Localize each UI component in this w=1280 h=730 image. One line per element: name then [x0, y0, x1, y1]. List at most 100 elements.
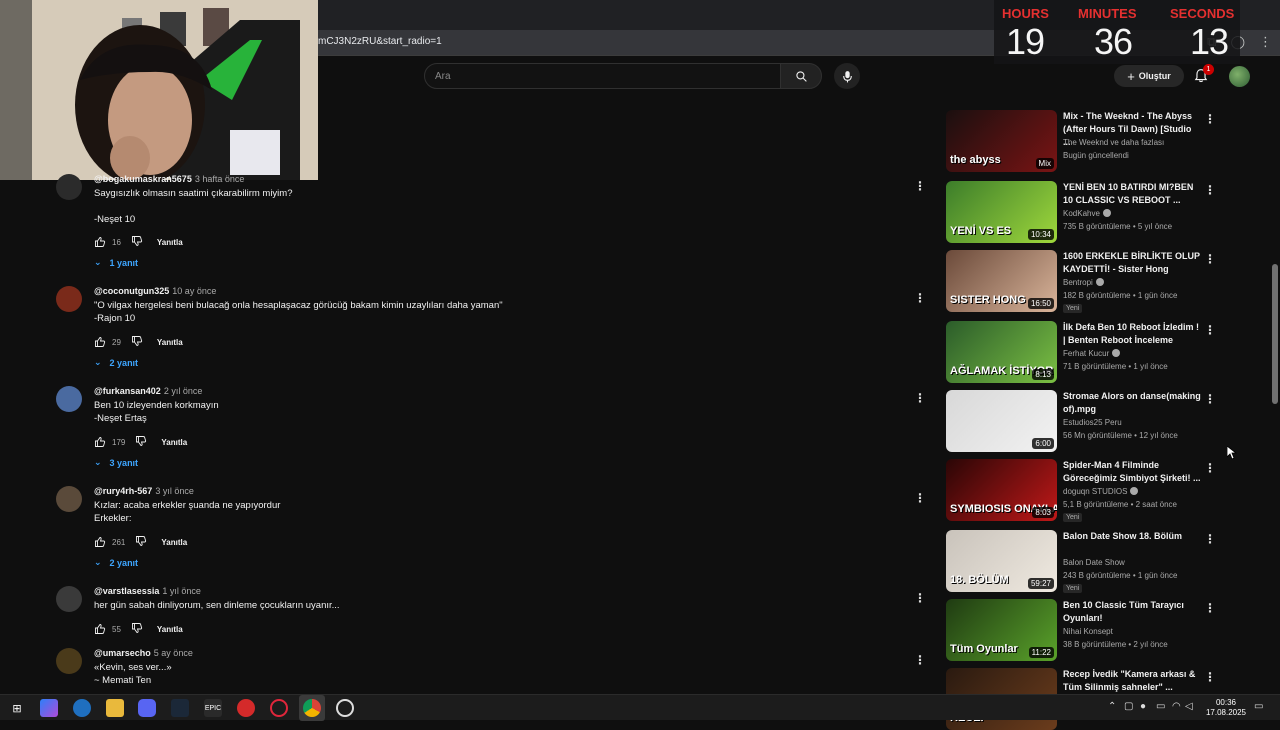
thumbs-down-icon — [131, 236, 143, 246]
like-button[interactable]: 179 — [94, 436, 125, 448]
tray-app-icon[interactable]: ▢ — [1124, 701, 1133, 712]
video-title[interactable]: Recep İvedik "Kamera arkası & Tüm Silinm… — [1063, 668, 1201, 694]
obs-icon[interactable] — [336, 699, 354, 717]
video-more-icon[interactable]: ⋮ — [1204, 670, 1216, 684]
channel-name[interactable]: doguqn STUDIOS — [1063, 486, 1139, 496]
channel-name[interactable]: Bentropi — [1063, 277, 1104, 287]
channel-name[interactable]: Estudios25 Peru — [1063, 418, 1122, 427]
video-title[interactable]: Stromae Alors on danse(making of).mpg — [1063, 390, 1201, 416]
chrome-icon[interactable] — [303, 699, 321, 717]
video-more-icon[interactable]: ⋮ — [1204, 183, 1216, 197]
notification-center-icon[interactable]: ▭ — [1254, 701, 1263, 712]
comment-more-icon[interactable]: ⋮ — [914, 292, 926, 304]
reply-button[interactable]: Yanıtla — [161, 538, 187, 547]
reply-button[interactable]: Yanıtla — [157, 625, 183, 634]
like-button[interactable]: 261 — [94, 536, 125, 548]
file-explorer-icon[interactable] — [106, 699, 124, 717]
video-thumbnail[interactable]: SISTER HONG 16:50 — [946, 250, 1057, 312]
steam-icon[interactable] — [171, 699, 189, 717]
comment-avatar[interactable] — [56, 648, 82, 674]
wifi-icon[interactable]: ◠ — [1172, 701, 1181, 712]
comment-more-icon[interactable]: ⋮ — [914, 392, 926, 404]
video-thumbnail[interactable]: the abyss Mix — [946, 110, 1057, 172]
channel-name[interactable]: KodKahve — [1063, 208, 1111, 218]
view-replies-button[interactable]: ⌄ 3 yanıt — [94, 457, 138, 468]
search-input[interactable] — [425, 64, 780, 88]
tray-chevron-icon[interactable]: ⌃ — [1108, 701, 1116, 712]
video-thumbnail[interactable]: Tüm Oyunlar 11:22 — [946, 599, 1057, 661]
dislike-button[interactable] — [135, 435, 147, 449]
video-title[interactable]: Spider-Man 4 Filminde Göreceğimiz Simbiy… — [1063, 459, 1201, 485]
video-thumbnail[interactable]: SYMBIOSIS ONAYLANDI8:03 — [946, 459, 1057, 521]
microphone-tray-icon[interactable]: ● — [1140, 701, 1146, 712]
network-icon[interactable]: ▭ — [1156, 701, 1165, 712]
video-more-icon[interactable]: ⋮ — [1204, 392, 1216, 406]
comment-more-icon[interactable]: ⋮ — [914, 654, 926, 666]
view-replies-button[interactable]: ⌄ 1 yanıt — [94, 257, 138, 268]
video-thumbnail[interactable]: YENİ VS ES 10:34 — [946, 181, 1057, 243]
search-button[interactable] — [780, 63, 822, 89]
like-button[interactable]: 29 — [94, 336, 121, 348]
like-button[interactable]: 55 — [94, 623, 121, 635]
search-box[interactable] — [424, 63, 781, 89]
comment-avatar[interactable] — [56, 174, 82, 200]
video-title[interactable]: İlk Defa Ben 10 Reboot İzledim ! | Bente… — [1063, 321, 1201, 347]
comment-author[interactable]: @rury4rh-567 3 yıl önce — [94, 486, 194, 496]
address-text[interactable]: mCJ3N2zRU&start_radio=1 — [318, 36, 442, 47]
taskbar-clock[interactable]: 00:36 17.08.2025 — [1196, 698, 1256, 718]
copilot-icon[interactable] — [40, 699, 58, 717]
comment-author[interactable]: @coconutgun325 10 ay önce — [94, 286, 216, 296]
dislike-button[interactable] — [131, 235, 143, 249]
view-replies-button[interactable]: ⌄ 2 yanıt — [94, 357, 138, 368]
video-title[interactable]: YENİ BEN 10 BATIRDI MI?BEN 10 CLASSIC VS… — [1063, 181, 1201, 207]
dislike-button[interactable] — [131, 622, 143, 636]
video-title[interactable]: 1600 ERKEKLE BİRLİKTE OLUP KAYDETTİ! - S… — [1063, 250, 1201, 276]
video-title[interactable]: Ben 10 Classic Tüm Tarayıcı Oyunları! — [1063, 599, 1201, 625]
comment-avatar[interactable] — [56, 486, 82, 512]
video-more-icon[interactable]: ⋮ — [1204, 601, 1216, 615]
opera-gx-icon[interactable] — [270, 699, 288, 717]
voice-search-button[interactable] — [834, 63, 860, 89]
reply-button[interactable]: Yanıtla — [161, 438, 187, 447]
dislike-button[interactable] — [135, 535, 147, 549]
video-more-icon[interactable]: ⋮ — [1204, 323, 1216, 337]
volume-icon[interactable]: ◁ — [1185, 701, 1193, 712]
channel-name[interactable]: Nihai Konsept — [1063, 627, 1113, 636]
menu-icon[interactable]: ⋮ — [1259, 34, 1272, 50]
video-thumbnail[interactable]: AĞLAMAK İSTİYOR 8:13 — [946, 321, 1057, 383]
red-app-icon[interactable] — [237, 699, 255, 717]
comment-more-icon[interactable]: ⋮ — [914, 180, 926, 192]
comment-author[interactable]: @varstlasessia 1 yıl önce — [94, 586, 201, 596]
view-replies-button[interactable]: ⌄ 2 yanıt — [94, 557, 138, 568]
windows-start-icon[interactable]: ⊞ — [8, 699, 26, 717]
video-more-icon[interactable]: ⋮ — [1204, 252, 1216, 266]
video-thumbnail[interactable]: 18. BÖLÜM 59:27 — [946, 530, 1057, 592]
create-button[interactable]: + Oluştur — [1114, 65, 1184, 87]
video-more-icon[interactable]: ⋮ — [1204, 112, 1216, 126]
comment-author[interactable]: @bogakumaskran5675 3 hafta önce — [94, 174, 244, 184]
comment-avatar[interactable] — [56, 386, 82, 412]
dislike-button[interactable] — [131, 335, 143, 349]
video-more-icon[interactable]: ⋮ — [1204, 532, 1216, 546]
reply-button[interactable]: Yanıtla — [157, 238, 183, 247]
reply-button[interactable]: Yanıtla — [157, 338, 183, 347]
page-scrollbar[interactable] — [1270, 98, 1280, 694]
comment-avatar[interactable] — [56, 286, 82, 312]
comment-more-icon[interactable]: ⋮ — [914, 592, 926, 604]
video-title[interactable]: Balon Date Show 18. Bölüm — [1063, 530, 1201, 543]
comment-author[interactable]: @umarsecho 5 ay önce — [94, 648, 193, 658]
video-more-icon[interactable]: ⋮ — [1204, 461, 1216, 475]
scrollbar-thumb[interactable] — [1272, 264, 1278, 404]
comment-more-icon[interactable]: ⋮ — [914, 492, 926, 504]
account-avatar[interactable] — [1229, 66, 1250, 87]
epic-games-icon[interactable]: EPIC — [204, 699, 222, 717]
video-thumbnail[interactable]: 6:00 — [946, 390, 1057, 452]
like-button[interactable]: 16 — [94, 236, 121, 248]
discord-icon[interactable] — [138, 699, 156, 717]
channel-name[interactable]: Ferhat Kucur — [1063, 348, 1121, 358]
comment-author[interactable]: @furkansan402 2 yıl önce — [94, 386, 202, 396]
edge-icon[interactable] — [73, 699, 91, 717]
comment-avatar[interactable] — [56, 586, 82, 612]
channel-name[interactable]: The Weeknd ve daha fazlası — [1063, 138, 1164, 147]
channel-name[interactable]: Balon Date Show — [1063, 558, 1125, 567]
